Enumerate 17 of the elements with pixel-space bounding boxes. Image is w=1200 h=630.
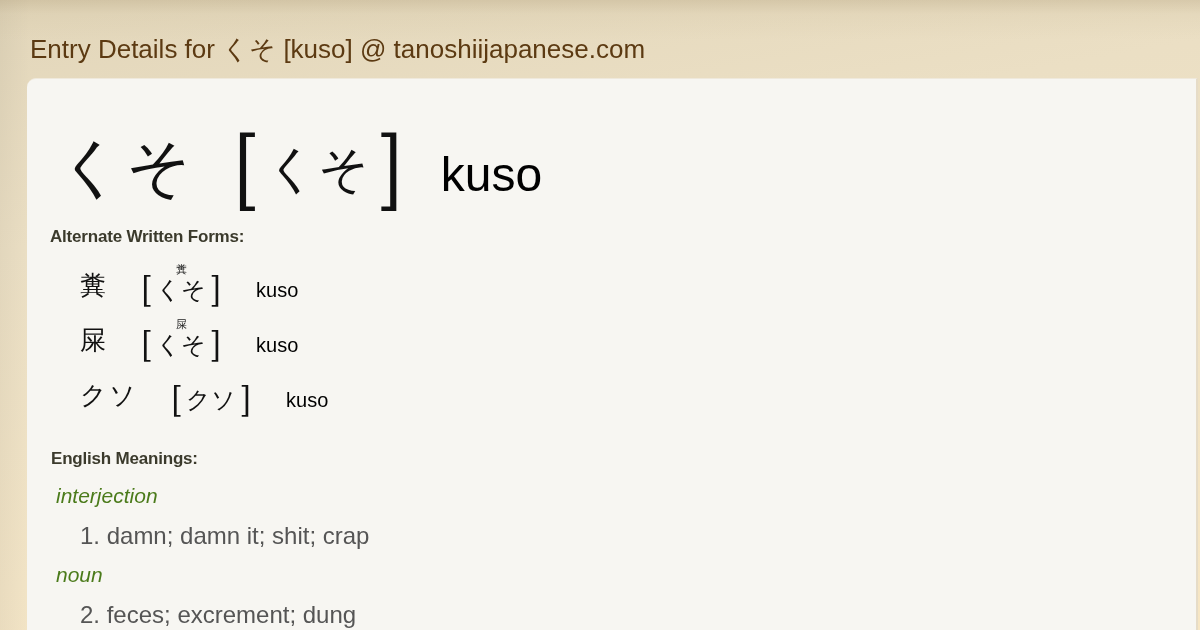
- meaning-text: 1. damn; damn it; shit; crap: [80, 522, 371, 550]
- section-heading: Alternate Written Forms:: [50, 227, 246, 247]
- headword-text: くそ: [58, 135, 194, 199]
- written-form-text: クソ: [80, 382, 138, 408]
- part-of-speech-text: noun: [56, 561, 104, 587]
- part-of-speech-text: interjection: [56, 483, 159, 509]
- reading-text: [クソ]: [170, 382, 252, 418]
- section-heading: English Meanings:: [51, 449, 199, 469]
- furigana-text: 屎: [175, 319, 187, 330]
- page-title: Entry Details for くそ [kuso] @ tanoshiijapanese.com: [30, 34, 646, 64]
- romaji-text: kuso: [440, 151, 543, 199]
- meaning-text: 2. feces; excrement; dung: [80, 600, 358, 629]
- romaji-text: kuso: [256, 335, 299, 355]
- romaji-text: kuso: [286, 390, 329, 410]
- written-form-text: 屎: [80, 327, 108, 353]
- written-form-text: 糞: [80, 272, 108, 298]
- romaji-text: kuso: [256, 280, 299, 300]
